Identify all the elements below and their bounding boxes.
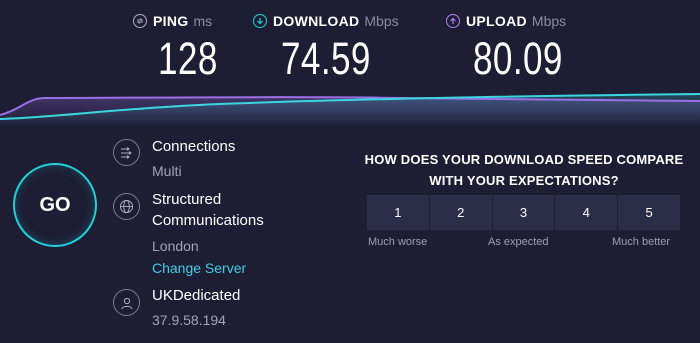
ping-label: PING — [153, 13, 189, 29]
ping-value: 128 — [158, 33, 218, 84]
ping-unit: ms — [193, 13, 213, 29]
rating-option-5[interactable]: 5 — [617, 195, 680, 230]
upload-label: UPLOAD — [466, 13, 527, 29]
server-name-line1: Structured — [152, 191, 222, 208]
speedtest-app: PING ms 128 DOWNLOAD Mbps 74.59 UPLOAD M… — [0, 0, 700, 343]
speed-graph — [0, 93, 700, 128]
rating-option-1[interactable]: 1 — [367, 195, 429, 230]
survey-question-line1: HOW DOES YOUR DOWNLOAD SPEED COMPARE — [364, 152, 684, 167]
ping-metric: PING ms 128 — [133, 10, 253, 84]
server-name-line2: Communications — [152, 212, 264, 229]
download-label: DOWNLOAD — [273, 13, 360, 29]
upload-unit: Mbps — [531, 13, 567, 29]
provider-name: UKDedicated — [152, 287, 241, 304]
download-icon — [253, 14, 267, 28]
go-button[interactable]: GO — [13, 163, 97, 247]
connections-icon — [113, 139, 140, 166]
upload-icon — [446, 14, 460, 28]
ping-icon — [133, 14, 147, 28]
survey-question-line2: WITH YOUR EXPECTATIONS? — [429, 173, 619, 188]
download-metric: DOWNLOAD Mbps 74.59 — [253, 10, 433, 84]
upload-metric: UPLOAD Mbps 80.09 — [446, 10, 626, 84]
download-value: 74.59 — [281, 33, 371, 84]
rating-option-3[interactable]: 3 — [491, 195, 555, 230]
download-unit: Mbps — [364, 13, 399, 29]
user-icon — [113, 289, 140, 316]
connections-title: Connections — [152, 138, 236, 155]
survey-question: HOW DOES YOUR DOWNLOAD SPEED COMPARE WIT… — [360, 149, 688, 191]
provider-ip: 37.9.58.194 — [152, 312, 226, 328]
scale-label-mid: As expected — [488, 236, 549, 248]
scale-label-low: Much worse — [368, 236, 428, 248]
scale-label-high: Much better — [612, 236, 671, 248]
server-location: London — [152, 238, 199, 254]
rating-option-2[interactable]: 2 — [428, 195, 492, 230]
globe-icon — [113, 193, 140, 220]
connections-value: Multi — [152, 163, 182, 179]
upload-value: 80.09 — [473, 33, 563, 84]
change-server-link[interactable]: Change Server — [152, 258, 246, 278]
rating-bar: 1 2 3 4 5 — [367, 195, 680, 230]
rating-option-4[interactable]: 4 — [554, 195, 618, 230]
